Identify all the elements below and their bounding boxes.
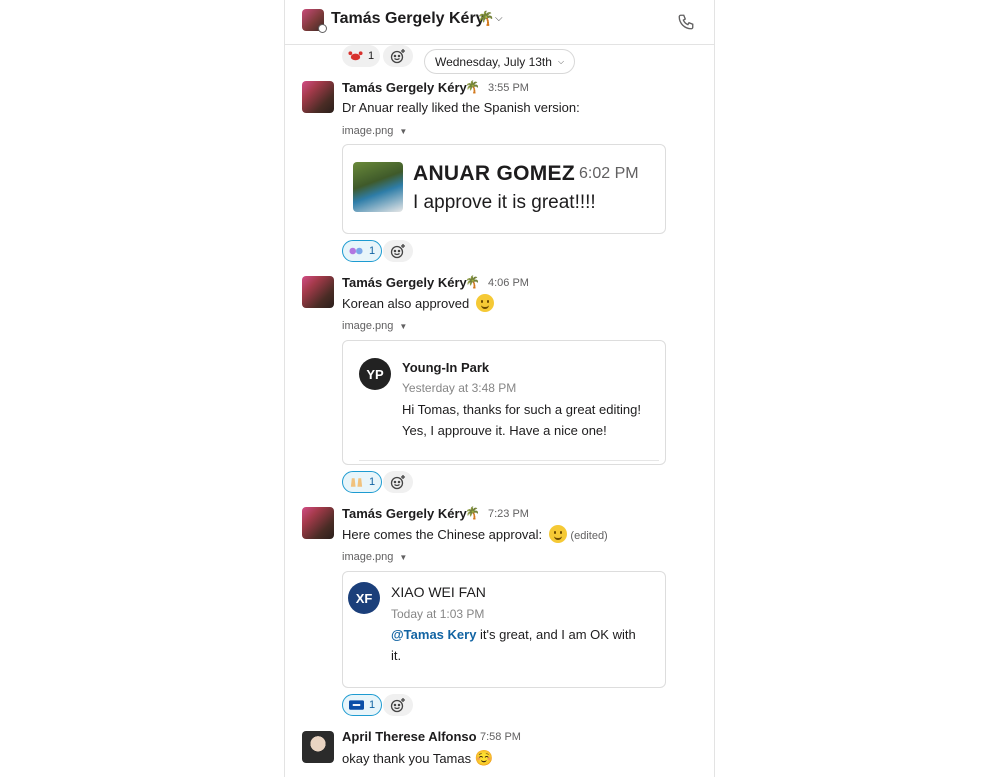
presence-status-icon	[318, 24, 327, 33]
sender-name[interactable]: Tamás Gergely Kéry	[342, 80, 467, 95]
add-emoji-icon	[390, 475, 405, 490]
preview-text: I approve it is great!!!!	[413, 192, 596, 213]
file-name-toggle[interactable]: image.png ▼	[342, 125, 407, 137]
image-attachment[interactable]: ANUAR GOMEZ 6:02 PM I approve it is grea…	[342, 144, 666, 234]
reaction-emoji-icon	[349, 247, 363, 255]
status-emoji: 🌴	[465, 80, 480, 94]
message-text-content: Korean also approved	[342, 296, 470, 311]
reaction-pill[interactable]: 1	[342, 240, 383, 262]
blush-emoji-icon: ☺️	[474, 750, 494, 767]
image-attachment[interactable]: YP Young-In Park Yesterday at 3:48 PM Hi…	[342, 340, 666, 465]
reaction-pill[interactable]: 1	[342, 694, 383, 716]
channel-title[interactable]: Tamás Gergely Kéry	[331, 10, 485, 28]
preview-line: Yes, I approuve it. Have a nice one!	[402, 423, 607, 438]
reaction-count: 1	[369, 699, 376, 711]
image-attachment[interactable]: XF XIAO WEI FAN Today at 1:03 PM @Tamas …	[342, 571, 666, 688]
preview-avatar: YP	[359, 358, 391, 390]
avatar[interactable]	[302, 507, 334, 539]
add-reaction-button[interactable]	[383, 240, 413, 262]
date-label: Wednesday, July 13th	[434, 54, 552, 69]
chevron-down-icon[interactable]: ⌵	[495, 13, 503, 24]
file-name-toggle[interactable]: image.png ▼	[342, 320, 407, 332]
timestamp[interactable]: 4:06 PM	[488, 277, 529, 289]
avatar[interactable]	[302, 731, 334, 763]
preview-time: Today at 1:03 PM	[391, 607, 485, 621]
preview-sender: ANUAR GOMEZ	[413, 162, 575, 185]
date-divider[interactable]: Wednesday, July 13th ⌵	[424, 49, 575, 74]
sender-name[interactable]: April Therese Alfonso	[342, 729, 477, 744]
message-text: Dr Anuar really liked the Spanish versio…	[342, 100, 580, 115]
profile-photo	[353, 162, 403, 212]
phone-icon[interactable]	[677, 13, 695, 31]
add-emoji-icon	[390, 698, 405, 713]
preview-time: 6:02 PM	[579, 165, 639, 182]
timestamp[interactable]: 3:55 PM	[488, 82, 529, 94]
smile-emoji-icon	[475, 294, 494, 312]
preview-sender: Young-In Park	[402, 360, 490, 375]
edited-label: (edited)	[570, 530, 608, 542]
reaction-count: 1	[369, 245, 376, 257]
message-text: Here comes the Chinese approval: (edited…	[342, 525, 608, 543]
preview-line: @Tamas Kery it's great, and I am OK with	[391, 624, 636, 645]
smile-emoji-icon	[548, 525, 567, 543]
preview-time: Yesterday at 3:48 PM	[402, 381, 517, 395]
reaction-count: 1	[368, 50, 375, 62]
sender-name[interactable]: Tamás Gergely Kéry	[342, 275, 467, 290]
status-emoji: 🌴	[465, 275, 480, 289]
crab-emoji-icon	[348, 51, 363, 61]
status-emoji: 🌴	[477, 10, 495, 26]
chevron-down-icon: ⌵	[557, 56, 565, 66]
message-text-content: Here comes the Chinese approval:	[342, 527, 543, 542]
timestamp[interactable]: 7:23 PM	[488, 508, 529, 520]
add-reaction-button[interactable]	[383, 694, 413, 716]
file-name: image.png	[342, 320, 394, 332]
file-name-toggle[interactable]: image.png ▼	[342, 551, 407, 563]
message-text-content: okay thank you Tamas	[342, 751, 472, 766]
reaction-pill[interactable]: 1	[342, 471, 383, 493]
add-reaction-button[interactable]	[383, 45, 413, 67]
preview-line: Hi Tomas, thanks for such a great editin…	[402, 402, 641, 417]
message-text: okay thank you Tamas ☺️	[342, 749, 493, 767]
conversation-pane: Tamás Gergely Kéry 🌴 ⌵ 1 Wednesday, July…	[284, 0, 715, 777]
reaction-emoji-icon	[349, 700, 364, 710]
status-emoji: 🌴	[465, 506, 480, 520]
add-emoji-icon	[390, 49, 405, 64]
message-text: Korean also approved	[342, 294, 494, 312]
channel-header: Tamás Gergely Kéry 🌴 ⌵	[285, 0, 714, 45]
add-emoji-icon	[390, 244, 405, 259]
divider	[359, 460, 659, 461]
timestamp[interactable]: 7:58 PM	[480, 731, 521, 743]
file-name: image.png	[342, 551, 394, 563]
preview-line-text: it's great, and I am OK with	[476, 627, 636, 642]
avatar[interactable]	[302, 276, 334, 308]
caret-down-icon: ▼	[399, 553, 408, 562]
reaction-pill[interactable]: 1	[342, 45, 381, 67]
file-name: image.png	[342, 125, 394, 137]
sender-name[interactable]: Tamás Gergely Kéry	[342, 506, 467, 521]
preview-sender: XIAO WEI FAN	[391, 584, 486, 600]
caret-down-icon: ▼	[399, 322, 408, 331]
add-reaction-button[interactable]	[383, 471, 413, 493]
preview-avatar: XF	[348, 582, 380, 614]
preview-line: it.	[391, 648, 402, 663]
raised-hands-emoji-icon	[350, 478, 363, 487]
user-mention: @Tamas Kery	[391, 627, 477, 642]
caret-down-icon: ▼	[399, 127, 408, 136]
avatar[interactable]	[302, 81, 334, 113]
reaction-count: 1	[369, 476, 376, 488]
